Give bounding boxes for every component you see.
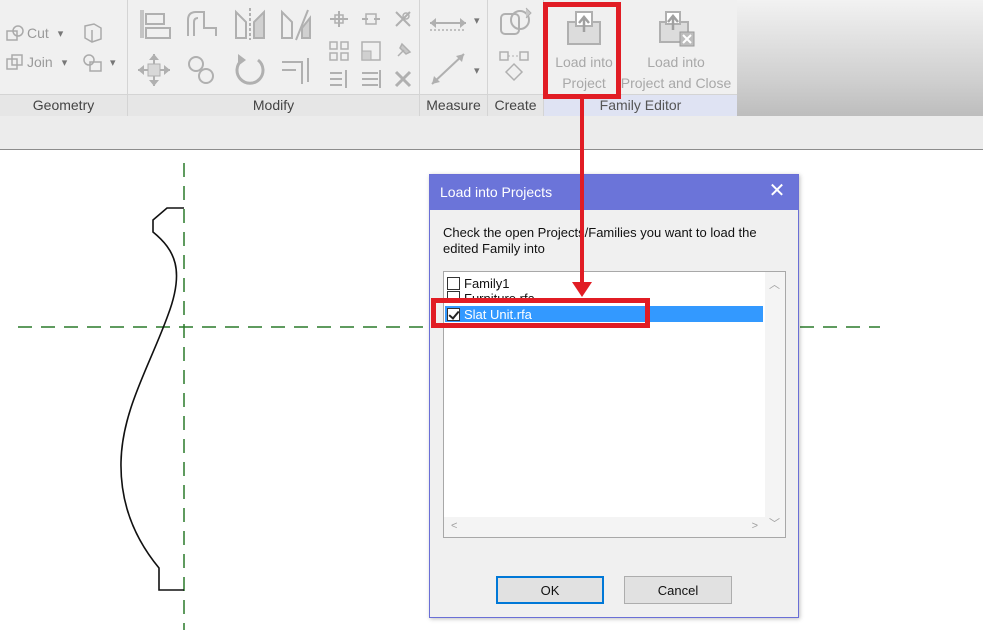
annotation-arrow [572,99,592,297]
